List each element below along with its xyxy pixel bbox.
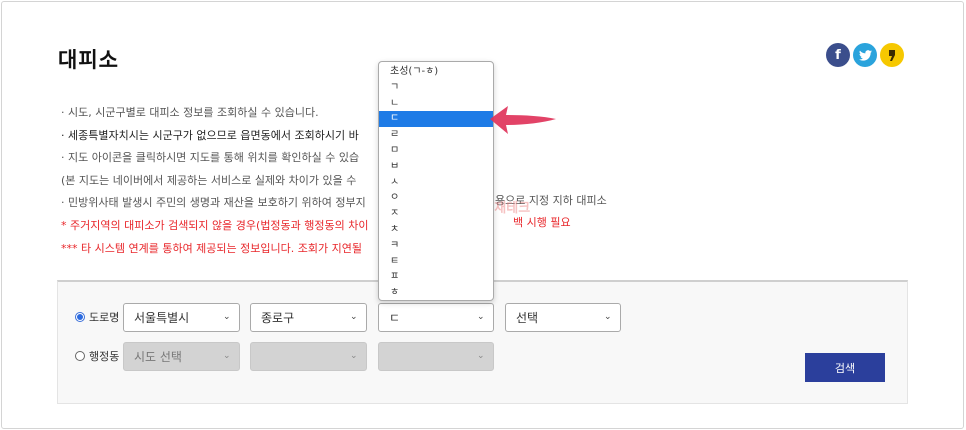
notice-line: · 시도, 시군구별로 대피소 정보를 조회하실 수 있습니다. — [61, 106, 319, 119]
admin-sigungu-select[interactable]: ⌄ — [250, 342, 367, 371]
warning-line: *** 타 시스템 연계를 통하여 제공되는 정보입니다. 조회가 지연될 — [61, 241, 362, 255]
dropdown-option[interactable]: 초성(ㄱ-ㅎ) — [379, 64, 493, 80]
chevron-down-icon: ⌄ — [350, 351, 358, 361]
chevron-down-icon: ⌄ — [604, 312, 612, 322]
dropdown-option[interactable]: ㅂ — [379, 159, 493, 175]
warning-line: * 주거지역의 대피소가 검색되지 않을 경우(법정동과 행정동의 차이 — [61, 218, 369, 232]
radio-checked-icon — [75, 312, 85, 322]
dropdown-option[interactable]: ㄱ — [379, 80, 493, 96]
chevron-down-icon: ⌄ — [477, 351, 485, 361]
dropdown-option[interactable]: ㅅ — [379, 175, 493, 191]
dropdown-option[interactable]: ㄹ — [379, 127, 493, 143]
dropdown-option[interactable]: ㅇ — [379, 190, 493, 206]
road-sido-select[interactable]: 서울특별시 ⌄ — [123, 303, 240, 332]
road-sido-value: 서울특별시 — [134, 311, 190, 325]
page-title: 대피소 — [58, 48, 119, 72]
chevron-down-icon: ⌄ — [223, 351, 231, 361]
dropdown-option[interactable]: ㄷ — [379, 111, 493, 128]
dropdown-option[interactable]: ㅋ — [379, 238, 493, 254]
road-sigungu-select[interactable]: 종로구 ⌄ — [250, 303, 367, 332]
dropdown-option[interactable]: ㅁ — [379, 143, 493, 159]
dropdown-option[interactable]: ㅎ — [379, 285, 493, 301]
kakaostory-icon[interactable] — [880, 43, 904, 67]
admin-dong-radio[interactable]: 행정동 — [75, 348, 119, 364]
warning-tail: 백 시행 필요 — [513, 216, 571, 229]
admin-dong-select[interactable]: ⌄ — [378, 342, 494, 371]
notice-line: (본 지도는 네이버에서 제공하는 서비스로 실제와 차이가 있을 수 — [61, 173, 357, 187]
radio-unchecked-icon — [75, 351, 85, 361]
social-share: f — [826, 43, 904, 67]
road-street-select[interactable]: 선택 ⌄ — [505, 303, 621, 332]
dropdown-option[interactable]: ㅊ — [379, 222, 493, 238]
admin-sido-value: 시도 선택 — [134, 350, 182, 364]
road-street-value: 선택 — [516, 311, 539, 325]
search-button[interactable]: 검색 — [805, 353, 885, 382]
twitter-icon[interactable] — [853, 43, 877, 67]
dropdown-option[interactable]: ㅈ — [379, 206, 493, 222]
chevron-down-icon: ⌄ — [223, 312, 231, 322]
facebook-icon[interactable]: f — [826, 43, 850, 67]
initial-dropdown-list: 초성(ㄱ-ㅎ) ㄱㄴㄷㄹㅁㅂㅅㅇㅈㅊㅋㅌㅍㅎ — [378, 61, 494, 301]
chevron-down-icon: ⌄ — [477, 312, 485, 322]
notice-line: · 지도 아이콘을 클릭하시면 지도를 통해 위치를 확인하실 수 있습 — [61, 151, 360, 165]
admin-sido-select[interactable]: 시도 선택 ⌄ — [123, 342, 240, 371]
notice-line: · 세종특별자치시는 시군구가 없으므로 읍면동에서 조회하시기 바 — [61, 128, 359, 142]
road-initial-value: ㄷ — [389, 311, 401, 325]
road-initial-select[interactable]: ㄷ ⌄ — [378, 303, 494, 332]
chevron-down-icon: ⌄ — [350, 312, 358, 322]
dropdown-option[interactable]: ㅌ — [379, 254, 493, 270]
road-sigungu-value: 종로구 — [261, 311, 295, 325]
notice-list: · 시도, 시군구별로 대피소 정보를 조회하실 수 있습니다. · 세종특별자… — [61, 102, 369, 260]
admin-dong-label: 행정동 — [89, 350, 120, 363]
road-name-label: 도로명 — [89, 311, 120, 324]
notice-line: · 민방위사태 발생시 주민의 생명과 재산을 보호하기 위하여 정부지 — [61, 196, 366, 210]
annotation-arrow-icon — [490, 106, 556, 134]
dropdown-option[interactable]: ㄴ — [379, 96, 493, 112]
dropdown-option[interactable]: ㅍ — [379, 269, 493, 285]
road-name-radio[interactable]: 도로명 — [75, 309, 119, 325]
